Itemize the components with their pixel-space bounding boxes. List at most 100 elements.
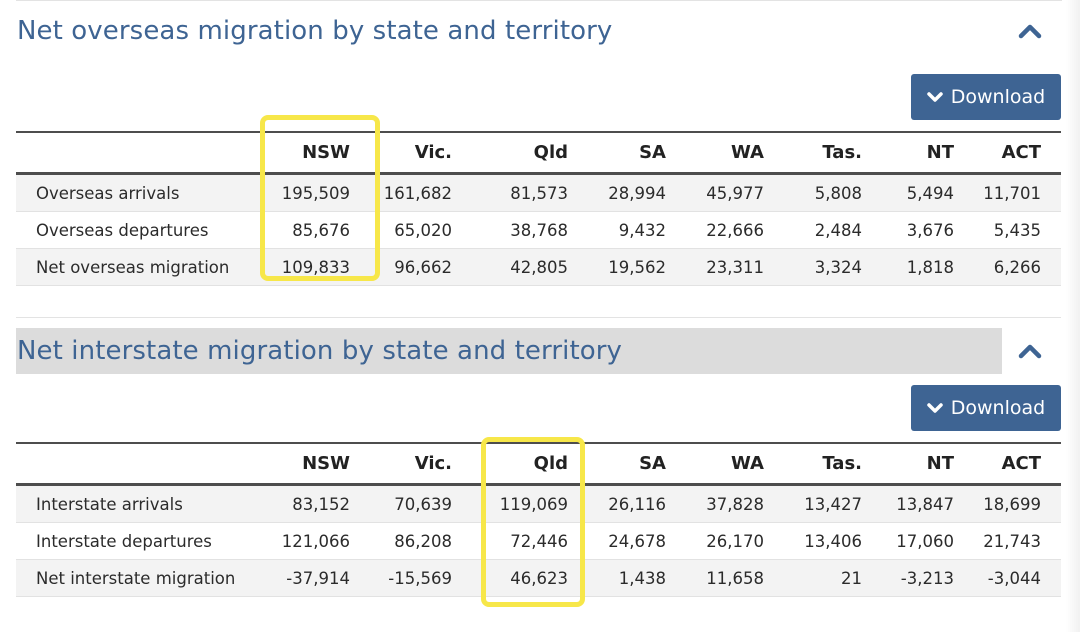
cell-nsw: 109,833 xyxy=(260,248,370,286)
cell-sa: 28,994 xyxy=(588,173,686,212)
column-header-nt: NT xyxy=(926,142,954,163)
column-header-sa: SA xyxy=(639,142,666,163)
cell-qld: 38,768 xyxy=(472,211,588,249)
cell-nt: 1,818 xyxy=(882,248,974,286)
cell-wa: 22,666 xyxy=(686,211,784,249)
column-header-act: ACT xyxy=(1001,453,1041,474)
column-header-qld: Qld xyxy=(533,142,568,163)
cell-wa: 23,311 xyxy=(686,248,784,286)
table-row: Interstate departures 121,066 86,208 72,… xyxy=(16,522,1061,560)
cell-wa: 26,170 xyxy=(686,522,784,560)
section-title: Net interstate migration by state and te… xyxy=(16,328,1002,374)
cell-tas: 3,324 xyxy=(784,248,882,286)
download-button[interactable]: Download xyxy=(911,385,1061,431)
cell-act: 5,435 xyxy=(974,211,1061,249)
row-label: Net interstate migration xyxy=(16,559,260,597)
cell-qld: 119,069 xyxy=(472,484,588,523)
cell-tas: 21 xyxy=(784,559,882,597)
cell-nsw: 195,509 xyxy=(260,173,370,212)
cell-sa: 19,562 xyxy=(588,248,686,286)
download-row: Download xyxy=(16,74,1061,122)
cell-wa: 45,977 xyxy=(686,173,784,212)
column-header-wa: WA xyxy=(731,453,764,474)
cell-qld: 46,623 xyxy=(472,559,588,597)
column-header-nsw: NSW xyxy=(302,142,350,163)
table-header-row: NSW Vic. Qld SA WA Tas. NT ACT xyxy=(16,443,1061,485)
cell-nt: 13,847 xyxy=(882,484,974,523)
cell-vic: 86,208 xyxy=(370,522,472,560)
scroll-edge-shadow xyxy=(1066,0,1080,632)
cell-vic: 65,020 xyxy=(370,211,472,249)
overseas-migration-section: Net overseas migration by state and terr… xyxy=(16,8,1061,286)
cell-act: 18,699 xyxy=(974,484,1061,523)
table-row: Interstate arrivals 83,152 70,639 119,06… xyxy=(16,484,1061,523)
collapse-button[interactable] xyxy=(1015,336,1045,366)
chevron-down-icon xyxy=(927,403,943,413)
download-label: Download xyxy=(950,86,1046,108)
download-button[interactable]: Download xyxy=(911,74,1061,120)
column-header-label xyxy=(16,443,260,485)
row-label: Interstate arrivals xyxy=(16,484,260,523)
row-label: Interstate departures xyxy=(16,522,260,560)
download-label: Download xyxy=(950,397,1046,419)
cell-sa: 1,438 xyxy=(588,559,686,597)
cell-nt: -3,213 xyxy=(882,559,974,597)
section-title: Net overseas migration by state and terr… xyxy=(17,16,613,46)
table-row: Overseas arrivals 195,509 161,682 81,573… xyxy=(16,173,1061,212)
cell-sa: 9,432 xyxy=(588,211,686,249)
cell-qld: 81,573 xyxy=(472,173,588,212)
column-header-sa: SA xyxy=(639,453,666,474)
table-row: Net interstate migration -37,914 -15,569… xyxy=(16,559,1061,597)
row-label: Overseas departures xyxy=(16,211,260,249)
row-label: Overseas arrivals xyxy=(16,173,260,212)
download-row: Download xyxy=(16,385,1061,433)
cell-wa: 11,658 xyxy=(686,559,784,597)
cell-nt: 17,060 xyxy=(882,522,974,560)
overseas-migration-table: NSW Vic. Qld SA WA Tas. NT ACT Overseas … xyxy=(16,131,1061,286)
collapse-button[interactable] xyxy=(1015,16,1045,46)
column-header-tas: Tas. xyxy=(822,142,862,163)
interstate-migration-table: NSW Vic. Qld SA WA Tas. NT ACT Interstat… xyxy=(16,442,1061,597)
cell-act: -3,044 xyxy=(974,559,1061,597)
column-header-tas: Tas. xyxy=(822,453,862,474)
cell-vic: 96,662 xyxy=(370,248,472,286)
column-header-nsw: NSW xyxy=(302,453,350,474)
cell-wa: 37,828 xyxy=(686,484,784,523)
chevron-up-icon xyxy=(1018,344,1042,359)
chevron-up-icon xyxy=(1018,24,1042,39)
top-divider xyxy=(16,0,1062,1)
cell-nsw: 85,676 xyxy=(260,211,370,249)
cell-tas: 13,406 xyxy=(784,522,882,560)
chevron-down-icon xyxy=(927,92,943,102)
cell-nt: 3,676 xyxy=(882,211,974,249)
cell-tas: 2,484 xyxy=(784,211,882,249)
cell-act: 11,701 xyxy=(974,173,1061,212)
column-header-act: ACT xyxy=(1001,142,1041,163)
column-header-label xyxy=(16,132,260,174)
cell-tas: 13,427 xyxy=(784,484,882,523)
table-row: Overseas departures 85,676 65,020 38,768… xyxy=(16,211,1061,249)
interstate-migration-section: Net interstate migration by state and te… xyxy=(16,328,1061,597)
cell-act: 6,266 xyxy=(974,248,1061,286)
cell-nsw: 83,152 xyxy=(260,484,370,523)
cell-qld: 42,805 xyxy=(472,248,588,286)
column-header-vic: Vic. xyxy=(414,453,452,474)
cell-vic: -15,569 xyxy=(370,559,472,597)
cell-act: 21,743 xyxy=(974,522,1061,560)
cell-tas: 5,808 xyxy=(784,173,882,212)
cell-qld: 72,446 xyxy=(472,522,588,560)
column-header-wa: WA xyxy=(731,142,764,163)
section-divider xyxy=(16,317,1061,318)
column-header-vic: Vic. xyxy=(414,142,452,163)
cell-sa: 26,116 xyxy=(588,484,686,523)
cell-vic: 161,682 xyxy=(370,173,472,212)
cell-nt: 5,494 xyxy=(882,173,974,212)
cell-nsw: 121,066 xyxy=(260,522,370,560)
table-header-row: NSW Vic. Qld SA WA Tas. NT ACT xyxy=(16,132,1061,174)
cell-sa: 24,678 xyxy=(588,522,686,560)
section-header: Net interstate migration by state and te… xyxy=(16,328,1061,374)
cell-nsw: -37,914 xyxy=(260,559,370,597)
row-label: Net overseas migration xyxy=(16,248,260,286)
section-header: Net overseas migration by state and terr… xyxy=(16,8,1061,54)
table-row: Net overseas migration 109,833 96,662 42… xyxy=(16,248,1061,286)
